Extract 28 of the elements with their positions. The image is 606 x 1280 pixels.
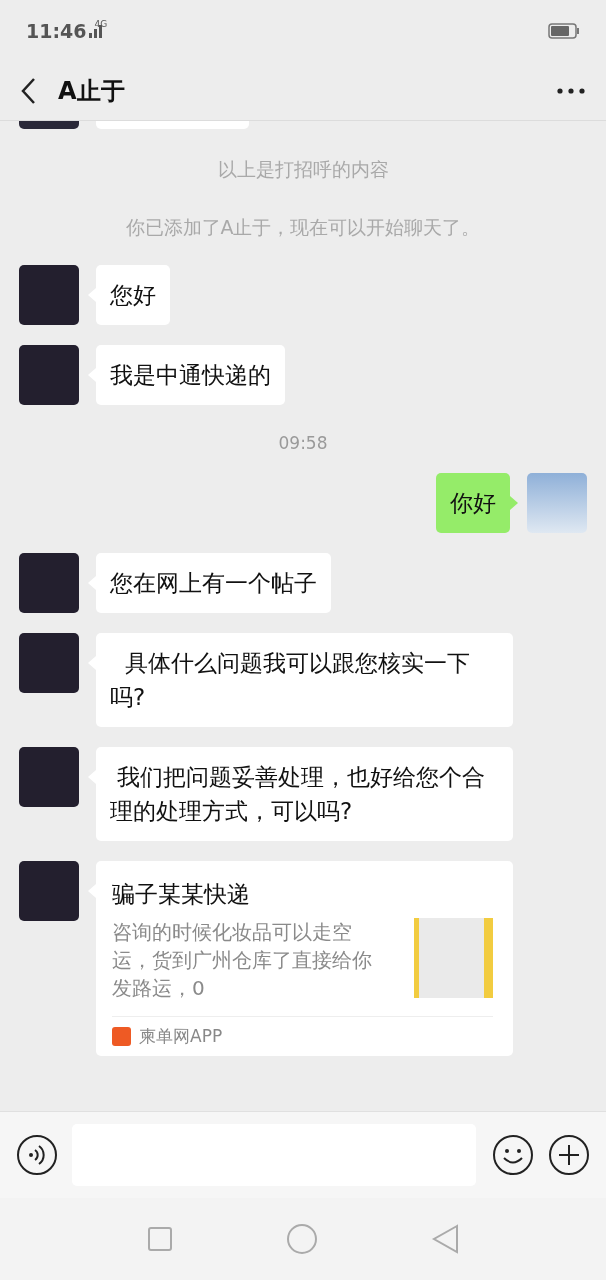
app-icon <box>112 1027 131 1046</box>
chat-title: A止于 <box>58 76 126 107</box>
link-source: 柬单网APP <box>139 1025 223 1048</box>
emoji-button[interactable] <box>492 1134 534 1176</box>
add-button[interactable] <box>548 1134 590 1176</box>
link-card[interactable]: 骗子某某快递 咨询的时候化妆品可以走空运，货到广州仓库了直接给你发路运，0 柬单网APP <box>96 861 513 1056</box>
message-time: 09:58 <box>277 432 329 453</box>
system-notice: 以上是打招呼的内容 <box>216 157 390 182</box>
message-bubble: 我们把问题妥善处理，也好给您个合理的处理方式，可以吗? <box>96 747 513 841</box>
system-notice: 你已添加了A止于，现在可以开始聊天了。 <box>124 215 482 240</box>
message-bubble: 我是中通快递的 <box>96 345 285 405</box>
link-description: 咨询的时候化妆品可以走空运，货到广州仓库了直接给你发路运，0 <box>112 919 373 1002</box>
avatar <box>19 121 79 129</box>
message-bubble: 您在网上有一个帖子 <box>96 553 331 613</box>
back-button[interactable] <box>20 77 36 105</box>
back-nav-button[interactable] <box>431 1224 460 1254</box>
recents-button[interactable] <box>146 1226 173 1252</box>
more-button[interactable] <box>556 87 586 95</box>
avatar[interactable] <box>527 473 587 533</box>
message-bubble: 您好 <box>96 265 170 325</box>
link-title: 骗子某某快递 <box>112 880 251 909</box>
network-type: 4G <box>94 19 108 29</box>
status-time: 11:46 <box>26 20 87 42</box>
message-bubble: 具体什么问题我可以跟您核实一下吗? <box>96 633 513 727</box>
home-button[interactable] <box>286 1223 318 1255</box>
message-bubble: 你好 <box>436 473 510 533</box>
battery-icon <box>548 23 580 39</box>
voice-button[interactable] <box>16 1134 58 1176</box>
